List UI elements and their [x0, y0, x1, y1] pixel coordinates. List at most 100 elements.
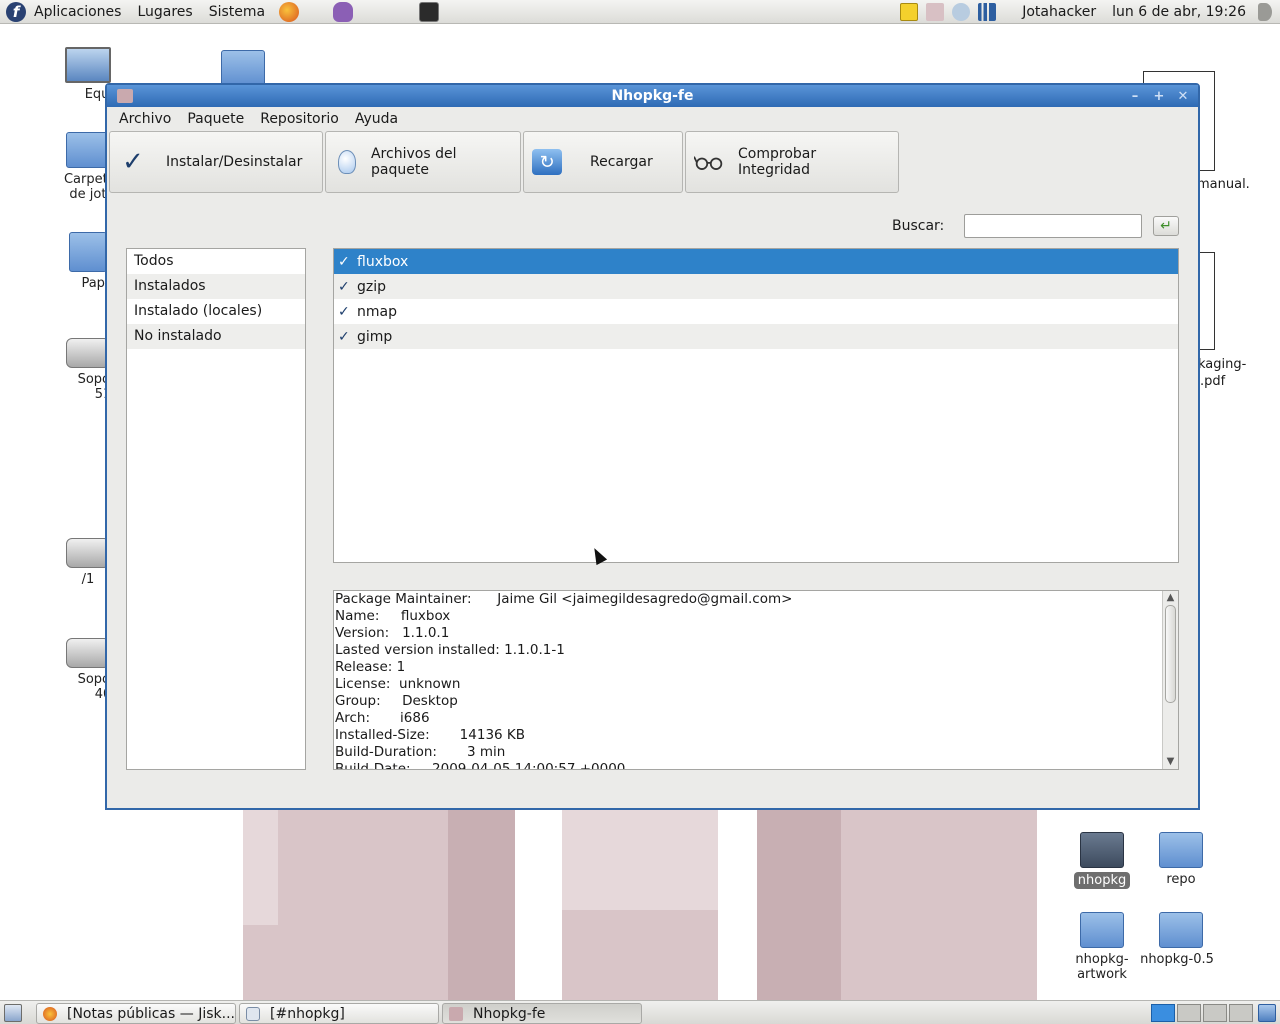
computer-icon: [65, 47, 111, 83]
enter-icon: ↵: [1160, 218, 1172, 234]
check-integrity-label: Comprobar Integridad: [738, 146, 817, 178]
signal-tray-icon[interactable]: [978, 3, 997, 21]
search-input[interactable]: [964, 214, 1142, 238]
scroll-up-icon[interactable]: ▲: [1163, 591, 1178, 605]
filter-item-instalados[interactable]: Instalados: [127, 274, 305, 299]
detail-installed-version: Lasted version installed: 1.1.0.1-1: [335, 642, 565, 658]
check-integrity-button[interactable]: Comprobar Integridad: [685, 131, 899, 193]
menu-lugares[interactable]: Lugares: [129, 4, 200, 20]
detail-build-date: Build-Date: 2009-04-05 14:00:57 +0000: [335, 761, 626, 770]
installed-check-icon: ✓: [338, 303, 350, 320]
details-text: Package Maintainer: Jaime Gil <jaimegild…: [334, 591, 1162, 770]
menu-bar: Archivo Paquete Repositorio Ayuda: [107, 107, 1198, 131]
detail-version: Version: 1.1.0.1: [335, 625, 450, 641]
detail-group: Group: Desktop: [335, 693, 458, 709]
desktop-icon-label: .pdf: [1200, 374, 1226, 389]
folder-icon: [221, 50, 265, 86]
workspace-2[interactable]: [1177, 1004, 1201, 1022]
trash-applet-icon[interactable]: [1258, 1004, 1276, 1022]
wallpaper-shape: [448, 810, 515, 1000]
desktop-icon-nhopkg05[interactable]: nhopkg-0.5: [1131, 912, 1231, 967]
volume-icon[interactable]: [1258, 3, 1272, 21]
folder-icon: [1159, 832, 1203, 868]
reload-icon: ↻: [532, 147, 562, 177]
pidgin-launcher-icon[interactable]: [333, 1, 354, 22]
package-name: nmap: [357, 303, 397, 320]
taskbar-label: Nhopkg-fe: [473, 1005, 546, 1022]
filter-list: Todos Instalados Instalado (locales) No …: [126, 248, 306, 770]
desktop-icon-label: manual.: [1197, 177, 1250, 192]
taskbar-button-nhopkg-chat[interactable]: [#nhopkg]: [239, 1003, 439, 1024]
filter-item-no-instalado[interactable]: No instalado: [127, 324, 305, 349]
menu-paquete[interactable]: Paquete: [179, 111, 252, 127]
reload-label: Recargar: [590, 154, 653, 170]
package-name: fluxbox: [357, 253, 409, 270]
reload-button[interactable]: ↻ Recargar: [523, 131, 683, 193]
detail-build-duration: Build-Duration: 3 min: [335, 744, 506, 760]
drive-icon: [66, 538, 110, 568]
taskbar-button-nhopkg-fe[interactable]: Nhopkg-fe: [442, 1003, 642, 1024]
menu-archivo[interactable]: Archivo: [111, 111, 179, 127]
network-tray-icon[interactable]: [952, 3, 971, 21]
wallpaper-shape: [562, 810, 718, 910]
show-desktop-icon[interactable]: [4, 1004, 22, 1022]
install-uninstall-label: Instalar/Desinstalar: [166, 154, 303, 170]
folder-icon: [1159, 912, 1203, 948]
desktop-icon-repo[interactable]: repo: [1131, 832, 1231, 887]
package-name: gimp: [357, 328, 393, 345]
workspace-3[interactable]: [1203, 1004, 1227, 1022]
package-tray-icon[interactable]: [926, 3, 945, 21]
detail-release: Release: 1: [335, 659, 406, 675]
glasses-icon: [694, 147, 724, 177]
package-details[interactable]: Package Maintainer: Jaime Gil <jaimegild…: [333, 590, 1179, 770]
filter-item-instalado-locales[interactable]: Instalado (locales): [127, 299, 305, 324]
taskbar-button-notas[interactable]: [Notas públicas — Jisk...: [36, 1003, 236, 1024]
scroll-thumb[interactable]: [1165, 605, 1176, 703]
lightbulb-icon: [334, 147, 361, 177]
installed-check-icon: ✓: [338, 278, 350, 295]
package-row[interactable]: ✓ gzip: [334, 274, 1178, 299]
minimize-icon[interactable]: –: [1126, 87, 1144, 105]
details-scrollbar[interactable]: ▲ ▼: [1162, 591, 1178, 769]
menu-sistema[interactable]: Sistema: [201, 4, 273, 20]
workspace-1[interactable]: [1151, 1004, 1175, 1022]
trash-icon: [69, 232, 107, 272]
firefox-launcher-icon[interactable]: [279, 1, 300, 22]
scroll-down-icon[interactable]: ▼: [1163, 755, 1178, 769]
filter-item-todos[interactable]: Todos: [127, 249, 305, 274]
terminal-launcher-icon[interactable]: [419, 1, 440, 22]
folder-icon: [1080, 912, 1124, 948]
package-list: ✓ fluxbox ✓ gzip ✓ nmap ✓ gimp: [333, 248, 1179, 563]
install-uninstall-button[interactable]: ✓ Instalar/Desinstalar: [109, 131, 323, 193]
fedora-logo-icon[interactable]: f: [6, 1, 26, 22]
clock[interactable]: lun 6 de abr, 19:26: [1104, 4, 1254, 20]
user-name[interactable]: Jotahacker: [1014, 4, 1104, 20]
notes-tray-icon[interactable]: [900, 3, 919, 21]
package-row[interactable]: ✓ gimp: [334, 324, 1178, 349]
workspace-4[interactable]: [1229, 1004, 1253, 1022]
desktop-icon-label-text: nhopkg: [1073, 872, 1131, 889]
app-icon: [117, 89, 133, 103]
menu-ayuda[interactable]: Ayuda: [347, 111, 406, 127]
maximize-icon[interactable]: +: [1150, 87, 1168, 105]
toolbar: ✓ Instalar/Desinstalar Archivos del paqu…: [107, 131, 1198, 193]
menu-aplicaciones[interactable]: Aplicaciones: [26, 4, 129, 20]
package-row[interactable]: ✓ fluxbox: [334, 249, 1178, 274]
checkmark-icon: ✓: [122, 147, 144, 177]
wallpaper-shape: [757, 810, 841, 1000]
desktop-icon-label: nhopkg-0.5: [1140, 952, 1214, 967]
wallpaper-shape: [243, 810, 278, 925]
package-row[interactable]: ✓ nmap: [334, 299, 1178, 324]
package-name: gzip: [357, 278, 387, 295]
detail-installed-size: Installed-Size: 14136 KB: [335, 727, 526, 743]
window-title-bar[interactable]: Nhopkg-fe – + ✕: [107, 85, 1198, 107]
bottom-panel: [Notas públicas — Jisk... [#nhopkg] Nhop…: [0, 1000, 1280, 1024]
package-files-button[interactable]: Archivos del paquete: [325, 131, 521, 193]
search-go-button[interactable]: ↵: [1153, 216, 1179, 236]
close-icon[interactable]: ✕: [1174, 87, 1192, 105]
search-label: Buscar:: [892, 218, 945, 234]
app-icon: [449, 1006, 463, 1021]
top-panel: f Aplicaciones Lugares Sistema Jotahacke…: [0, 0, 1280, 24]
menu-repositorio[interactable]: Repositorio: [252, 111, 347, 127]
search-row: Buscar: ↵: [107, 213, 1198, 243]
